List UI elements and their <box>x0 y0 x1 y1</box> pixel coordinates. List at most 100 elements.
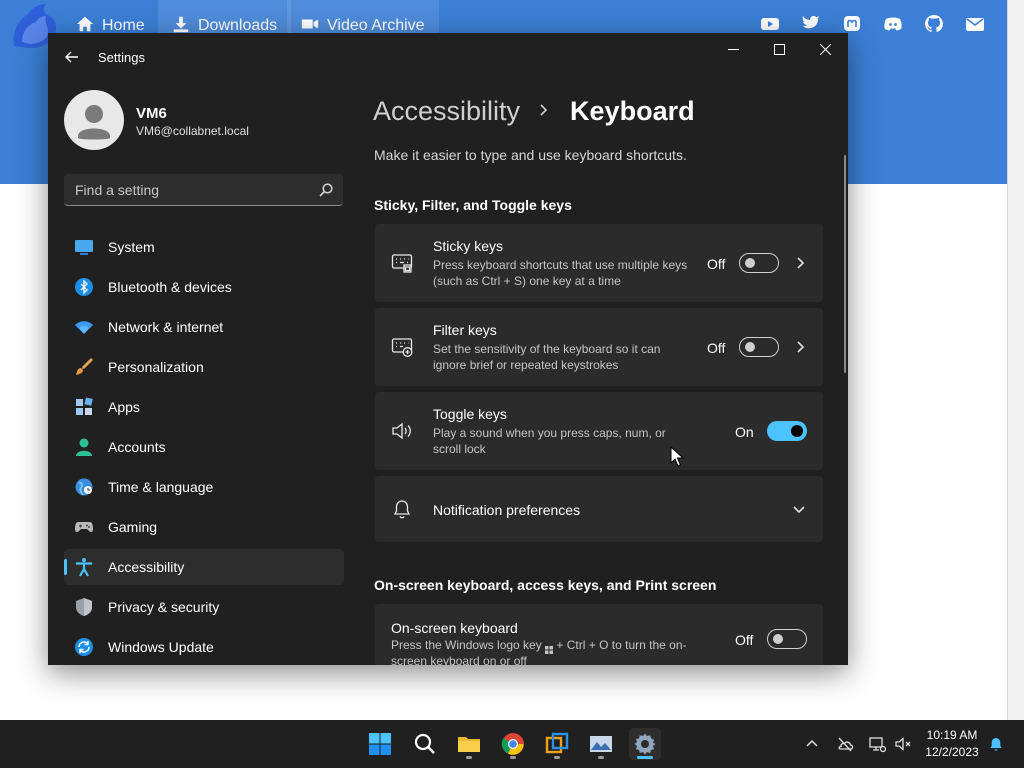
sidebar-item-gaming[interactable]: Gaming <box>64 509 344 545</box>
accounts-icon <box>74 437 94 457</box>
volume-muted-icon[interactable] <box>894 735 912 753</box>
filter-keys-toggle[interactable] <box>739 337 779 357</box>
wifi-icon <box>74 317 94 337</box>
settings-window: Settings VM6 VM6@collabnet.local Find a … <box>48 33 848 665</box>
running-indicator <box>637 756 653 759</box>
sticky-keys-title: Sticky keys <box>433 238 504 254</box>
running-indicator <box>510 756 516 759</box>
sidebar-item-label: Bluetooth & devices <box>108 279 232 295</box>
network-icon[interactable] <box>868 735 887 753</box>
filter-keys-card[interactable]: Filter keys Set the sensitivity of the k… <box>375 308 823 386</box>
bell-icon <box>391 498 413 520</box>
breadcrumb: Accessibility Keyboard <box>373 91 695 131</box>
filter-keys-description: Set the sensitivity of the keyboard so i… <box>433 342 661 372</box>
on-screen-keyboard-description: Press the Windows logo key + Ctrl + O to… <box>391 638 687 665</box>
search-icon[interactable] <box>319 183 333 197</box>
back-button[interactable] <box>60 45 84 69</box>
notification-bell-icon[interactable] <box>988 736 1004 752</box>
github-icon[interactable] <box>924 14 944 34</box>
sidebar-item-bluetooth[interactable]: Bluetooth & devices <box>64 269 344 305</box>
start-icon[interactable] <box>364 728 396 760</box>
running-indicator <box>598 756 604 759</box>
sidebar-item-apps[interactable]: Apps <box>64 389 344 425</box>
breadcrumb-parent[interactable]: Accessibility <box>373 96 520 127</box>
chevron-right-icon <box>536 103 552 119</box>
youtube-icon[interactable] <box>760 14 780 34</box>
clock-time[interactable]: 10:19 AM <box>916 728 988 742</box>
chevron-right-icon[interactable] <box>793 256 807 270</box>
on-screen-keyboard-toggle[interactable] <box>767 629 807 649</box>
on-screen-keyboard-state: Off <box>735 632 754 648</box>
toggle-keys-toggle[interactable] <box>767 421 807 441</box>
running-indicator <box>554 756 560 759</box>
chevron-down-icon[interactable] <box>792 502 806 516</box>
speaker-icon <box>391 420 413 442</box>
title-bar[interactable]: Settings <box>48 33 848 81</box>
mouse-cursor-icon <box>670 445 685 468</box>
browser-scrollbar[interactable] <box>1007 0 1024 720</box>
sidebar-item-system[interactable]: System <box>64 229 344 265</box>
sticky-keys-state: Off <box>707 256 726 272</box>
clock-date[interactable]: 12/2/2023 <box>916 745 988 759</box>
close-button[interactable] <box>802 33 848 65</box>
minimize-button[interactable] <box>710 33 756 65</box>
sticky-keys-icon <box>391 252 413 274</box>
running-indicator <box>466 756 472 759</box>
accessibility-icon <box>74 557 94 577</box>
sidebar-item-accessibility[interactable]: Accessibility <box>64 549 344 585</box>
shield-icon <box>74 597 94 617</box>
search-box[interactable]: Find a setting <box>64 174 343 206</box>
twitter-icon[interactable] <box>801 14 821 34</box>
sidebar-item-privacy[interactable]: Privacy & security <box>64 589 344 625</box>
search-input[interactable]: Find a setting <box>75 182 159 198</box>
file-explorer-icon[interactable] <box>453 728 485 760</box>
toggle-keys-description: Play a sound when you press caps, num, o… <box>433 426 666 456</box>
chrome-icon[interactable] <box>497 728 529 760</box>
app-title: Settings <box>98 50 145 65</box>
notification-preferences-title: Notification preferences <box>433 502 581 518</box>
photos-icon[interactable] <box>585 728 617 760</box>
sidebar-item-windows-update[interactable]: Windows Update <box>64 629 344 665</box>
discord-icon[interactable] <box>883 14 903 34</box>
content-scrollbar[interactable] <box>844 155 846 373</box>
chevron-right-icon[interactable] <box>793 340 807 354</box>
avatar[interactable] <box>64 90 124 150</box>
toggle-keys-title: Toggle keys <box>433 406 507 422</box>
sticky-keys-toggle[interactable] <box>739 253 779 273</box>
sidebar-item-label: Apps <box>108 399 140 415</box>
bluetooth-icon <box>74 277 94 297</box>
update-icon <box>74 637 94 657</box>
notification-preferences-card[interactable]: Notification preferences <box>375 476 823 542</box>
profile-email: VM6@collabnet.local <box>136 124 249 138</box>
sidebar-item-time-language[interactable]: Time & language <box>64 469 344 505</box>
toggle-keys-card[interactable]: Toggle keys Play a sound when you press … <box>375 392 823 470</box>
mail-icon[interactable] <box>965 14 985 34</box>
profile-name: VM6 <box>136 105 167 122</box>
chevron-up-icon[interactable] <box>804 736 820 752</box>
search-icon[interactable] <box>409 728 441 760</box>
mastodon-icon[interactable] <box>842 14 862 34</box>
sidebar-item-label: Privacy & security <box>108 599 220 615</box>
social-links <box>760 14 985 34</box>
sidebar-item-label: Accounts <box>108 439 166 455</box>
sticky-keys-card[interactable]: Sticky keys Press keyboard shortcuts tha… <box>375 224 823 302</box>
sidebar-item-network[interactable]: Network & internet <box>64 309 344 345</box>
onedrive-icon[interactable] <box>836 735 854 753</box>
sidebar-item-accounts[interactable]: Accounts <box>64 429 344 465</box>
filter-keys-icon <box>391 336 413 358</box>
maximize-button[interactable] <box>756 33 802 65</box>
gamepad-icon <box>74 517 94 537</box>
sidebar-item-personalization[interactable]: Personalization <box>64 349 344 385</box>
section-heading-sticky-filter-toggle: Sticky, Filter, and Toggle keys <box>374 197 572 213</box>
sidebar-item-label: Network & internet <box>108 319 224 335</box>
vmware-icon[interactable] <box>541 728 573 760</box>
page-description: Make it easier to type and use keyboard … <box>374 147 687 163</box>
on-screen-keyboard-card[interactable]: On-screen keyboard Press the Windows log… <box>375 604 823 665</box>
toggle-keys-state: On <box>735 424 754 440</box>
sidebar-item-label: Time & language <box>108 479 214 495</box>
brush-icon <box>74 357 94 377</box>
back-arrow-icon <box>65 51 78 63</box>
sidebar-item-label: Gaming <box>108 519 158 535</box>
filter-keys-title: Filter keys <box>433 322 497 338</box>
settings-icon[interactable] <box>629 728 661 760</box>
